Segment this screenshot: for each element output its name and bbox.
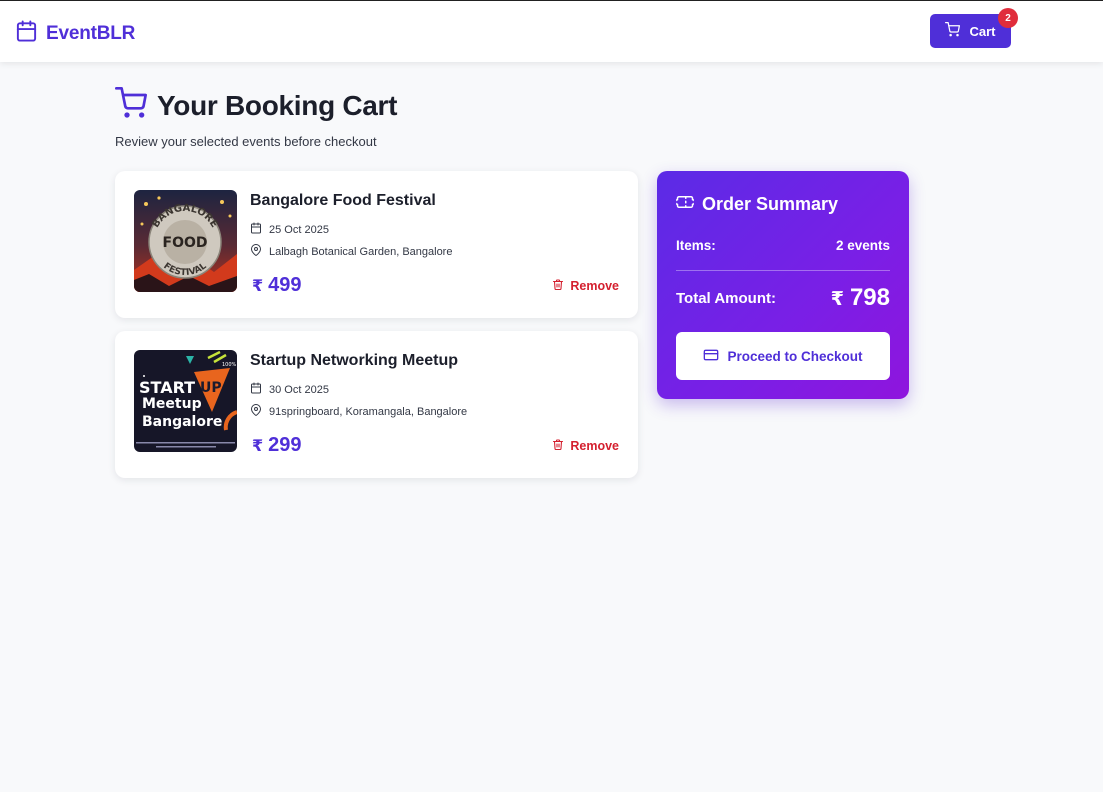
cart-count-badge: 2	[998, 8, 1018, 28]
cart-item-card: START UP Meetup Bangalore 100% Startup N…	[115, 331, 638, 478]
ticket-icon	[674, 193, 696, 216]
proceed-to-checkout-button[interactable]: Proceed to Checkout	[676, 332, 890, 380]
event-date: 30 Oct 2025	[250, 382, 329, 397]
total-value: ₹ 798	[831, 284, 890, 312]
event-price: ₹ 299	[252, 434, 302, 457]
cart-item-card: BANGALORE FESTIVAL FOOD Bangalore Food F…	[115, 171, 638, 318]
event-date-text: 30 Oct 2025	[269, 383, 329, 396]
calendar-icon	[15, 19, 38, 48]
navbar: EventBLR Cart 2	[0, 1, 1103, 62]
event-date-text: 25 Oct 2025	[269, 223, 329, 236]
event-location: Lalbagh Botanical Garden, Bangalore	[250, 244, 452, 259]
cart-icon	[115, 87, 147, 124]
brand-name: EventBLR	[46, 22, 136, 44]
order-summary-title: Order Summary	[674, 193, 839, 216]
price-amount: 299	[268, 434, 302, 456]
image-line3-text: Bangalore	[142, 414, 222, 430]
event-location-text: Lalbagh Botanical Garden, Bangalore	[269, 245, 453, 258]
remove-label: Remove	[570, 279, 619, 293]
trash-icon	[552, 438, 564, 454]
event-name: Startup Networking Meetup	[250, 352, 459, 369]
calendar-icon	[250, 382, 262, 397]
page-subtitle: Review your selected events before check…	[115, 134, 377, 149]
order-summary-title-text: Order Summary	[702, 194, 839, 214]
image-line1b-text: UP	[200, 380, 222, 396]
total-amount: 798	[849, 284, 890, 311]
credit-card-icon	[703, 347, 719, 366]
event-name: Bangalore Food Festival	[250, 192, 436, 209]
map-pin-icon	[250, 244, 262, 259]
event-image-startup-meetup: START UP Meetup Bangalore 100%	[134, 350, 237, 452]
cart-icon	[945, 22, 961, 40]
order-summary-panel: Order Summary Items: 2 events Total Amou…	[657, 171, 909, 399]
currency-symbol: ₹	[830, 289, 844, 310]
summary-divider	[676, 270, 890, 271]
event-price: ₹ 499	[252, 274, 302, 297]
remove-label: Remove	[570, 439, 619, 453]
page-title: Your Booking Cart	[157, 89, 398, 121]
items-value: 2 events	[835, 238, 890, 253]
remove-button[interactable]: Remove	[552, 438, 619, 454]
currency-symbol: ₹	[252, 278, 264, 295]
event-image-food-festival: BANGALORE FESTIVAL FOOD	[134, 190, 237, 292]
summary-total-row: Total Amount: ₹ 798	[676, 284, 890, 312]
checkout-label: Proceed to Checkout	[727, 348, 863, 364]
image-line1-text: START	[139, 378, 195, 397]
trash-icon	[552, 278, 564, 294]
event-location-text: 91springboard, Koramangala, Bangalore	[269, 405, 468, 418]
brand-link[interactable]: EventBLR	[15, 19, 135, 48]
items-label: Items:	[676, 238, 716, 253]
event-location: 91springboard, Koramangala, Bangalore	[250, 404, 467, 419]
calendar-icon	[250, 222, 262, 237]
image-line2-text: Meetup	[142, 396, 202, 412]
page-header: Your Booking Cart Review your selected e…	[115, 87, 397, 149]
currency-symbol: ₹	[252, 438, 264, 455]
price-amount: 499	[268, 274, 302, 296]
image-center-text: FOOD	[163, 235, 208, 251]
remove-button[interactable]: Remove	[552, 278, 619, 294]
event-date: 25 Oct 2025	[250, 222, 329, 237]
total-label: Total Amount:	[676, 289, 776, 307]
map-pin-icon	[250, 404, 262, 419]
cart-label: Cart	[969, 23, 996, 39]
image-small-text: 100%	[222, 362, 237, 368]
summary-items-row: Items: 2 events	[676, 238, 890, 253]
